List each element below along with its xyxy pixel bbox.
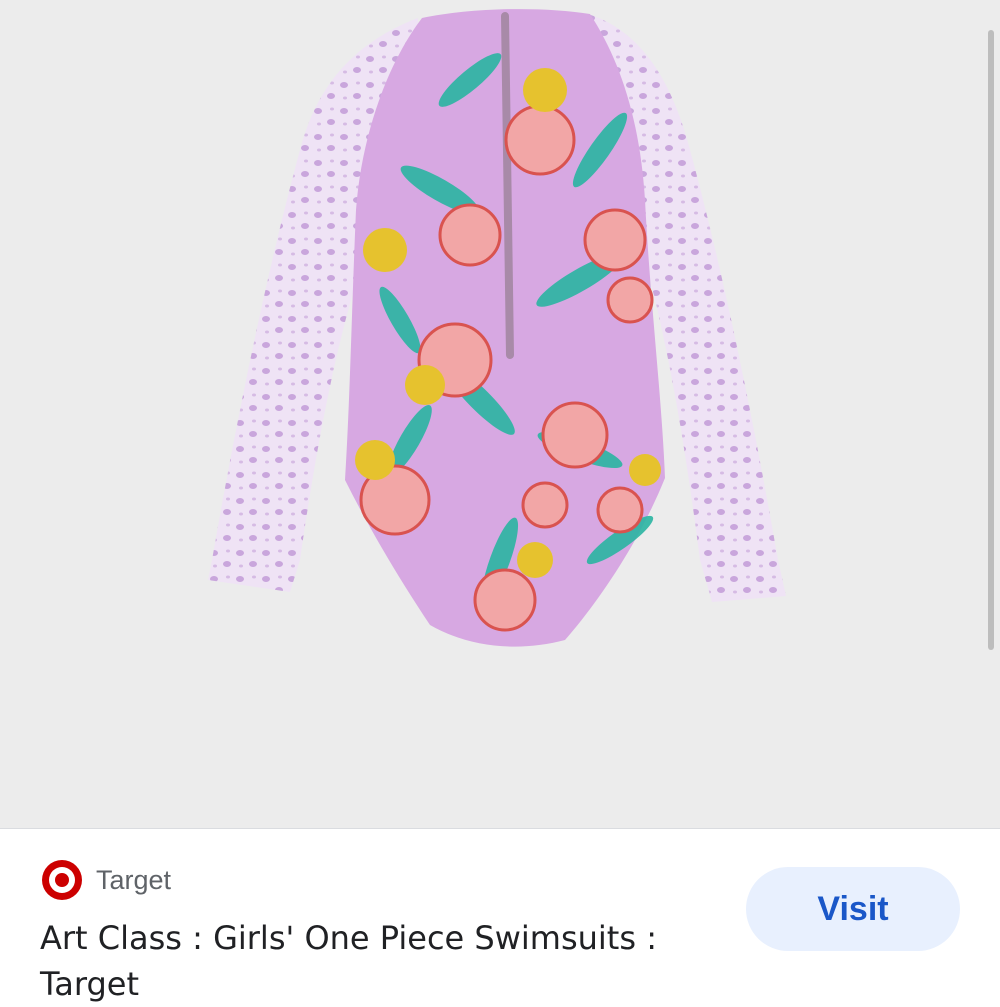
divider — [0, 828, 1000, 829]
scrollbar[interactable] — [988, 30, 994, 650]
source-name: Target — [96, 864, 172, 895]
swimsuit-image — [208, 9, 786, 647]
source-row[interactable]: Target — [40, 858, 171, 902]
product-image-panel[interactable] — [0, 0, 1000, 828]
target-bullseye-icon — [42, 860, 82, 900]
visit-button[interactable]: Visit — [746, 867, 960, 951]
result-title[interactable]: Art Class : Girls' One Piece Swimsuits :… — [40, 915, 700, 1007]
